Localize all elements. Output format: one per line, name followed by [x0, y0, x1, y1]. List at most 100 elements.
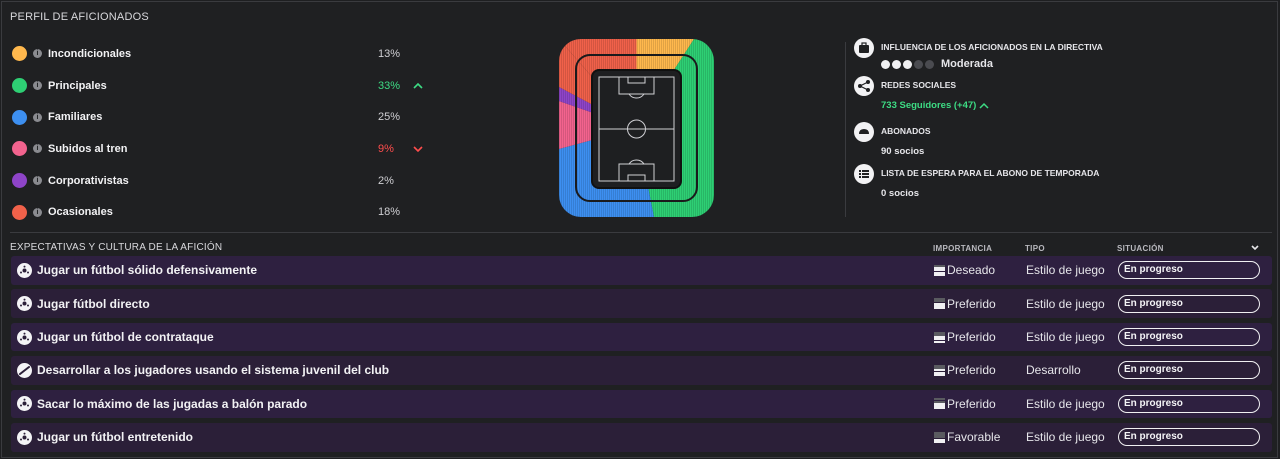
importance-cell: Preferido — [934, 363, 996, 377]
info-icon[interactable]: i — [33, 81, 42, 91]
segment-label: Principales — [48, 79, 107, 92]
status-badge[interactable]: En progreso — [1118, 394, 1260, 413]
expectation-row[interactable]: Jugar un fútbol entretenido Favorable Esti… — [11, 422, 1272, 452]
segment-label: Familiares — [48, 111, 103, 124]
expectation-text: Sacar lo máximo de las jugadas a balón p… — [37, 396, 308, 411]
segment-percentage: 2% — [378, 174, 394, 187]
segment-row: i Subidos al tren 9% — [12, 133, 432, 165]
importance-cell: Preferido — [934, 297, 996, 311]
segment-row: i Incondicionales 13% — [12, 38, 432, 70]
influence-meter: Moderada — [881, 58, 993, 70]
status-badge[interactable]: En progreso — [1118, 328, 1260, 347]
expectation-text: Jugar fútbol directo — [37, 296, 150, 311]
social-media: REDES SOCIALES 733 Seguidores (+47) — [854, 76, 1274, 116]
influence-value: Moderada — [941, 58, 993, 70]
stadium-diagram — [559, 39, 714, 217]
ball-icon — [17, 396, 32, 412]
board-influence: INFLUENCIA DE LOS AFICIONADOS EN LA DIRE… — [854, 38, 1274, 74]
chevron-down-icon[interactable] — [1250, 243, 1260, 253]
importance-bars-icon — [934, 431, 945, 443]
importance-bars-icon — [934, 331, 945, 343]
season-heading: ABONADOS — [881, 126, 931, 136]
expectation-row[interactable]: Jugar un fútbol de contrataque Preferido E… — [11, 322, 1272, 352]
info-icon[interactable]: i — [33, 49, 42, 59]
waitlist-value: 0 socios — [881, 188, 920, 199]
social-followers: 733 Seguidores (+47) — [881, 100, 977, 111]
influence-heading: INFLUENCIA DE LOS AFICIONADOS EN LA DIRE… — [881, 42, 1103, 52]
importance-cell: Deseado — [934, 263, 995, 277]
status-badge[interactable]: En progreso — [1118, 294, 1260, 313]
influence-pip — [892, 59, 901, 69]
ball-icon — [17, 329, 32, 345]
importance-bar-segment — [934, 273, 945, 276]
expectation-text: Jugar un fútbol sólido defensivamente — [37, 263, 258, 278]
segment-row: i Corporativistas 2% — [12, 165, 432, 197]
season-ticket-holders: ABONADOS 90 socios — [854, 122, 1274, 158]
info-icon[interactable]: i — [33, 207, 42, 217]
info-icon[interactable]: i — [33, 176, 42, 186]
importance-label: Preferido — [947, 363, 996, 378]
column-divider — [845, 42, 846, 217]
segment-percentage: 9% — [378, 142, 394, 155]
importance-cell: Preferido — [934, 397, 996, 411]
section-divider — [10, 232, 1272, 233]
type-label: Estilo de juego — [1026, 263, 1105, 278]
expectation-row[interactable]: Desarrollar a los jugadores usando el si… — [11, 356, 1272, 385]
segment-color-dot — [12, 173, 27, 189]
type-label: Estilo de juego — [1026, 330, 1105, 345]
column-importance[interactable]: IMPORTANCIA — [933, 244, 992, 253]
segment-percentage: 25% — [378, 111, 401, 124]
youth-icon — [17, 362, 32, 378]
influence-pip — [903, 59, 912, 69]
segment-label: Ocasionales — [48, 206, 113, 219]
importance-cell: Preferido — [934, 330, 996, 344]
expectation-text: Jugar un fútbol entretenido — [37, 430, 193, 445]
fan-profile-panel: PERFIL DE AFICIONADOS i Incondicionales 13… — [1, 1, 1278, 458]
importance-bar-segment — [934, 373, 945, 376]
segment-label: Incondicionales — [48, 47, 132, 60]
info-icon[interactable]: i — [33, 144, 42, 154]
importance-label: Favorable — [947, 430, 1001, 445]
ball-icon — [17, 296, 32, 312]
ticket-icon — [854, 122, 874, 142]
expectation-row[interactable]: Jugar fútbol directo Preferido Estilo de j… — [11, 289, 1272, 318]
column-status[interactable]: SITUACIÓN — [1117, 244, 1164, 253]
list-icon — [854, 164, 874, 184]
expectation-text: Jugar un fútbol de contrataque — [37, 330, 214, 345]
expectation-row[interactable]: Jugar un fútbol sólido defensivamente Des… — [11, 256, 1272, 285]
ball-icon — [17, 262, 32, 278]
importance-label: Preferido — [947, 396, 996, 411]
type-label: Estilo de juego — [1026, 396, 1105, 411]
segment-color-dot — [12, 46, 27, 62]
info-icon[interactable]: i — [33, 112, 42, 122]
segment-color-dot — [12, 204, 27, 220]
segment-color-dot — [12, 78, 27, 94]
social-heading: REDES SOCIALES — [881, 80, 957, 90]
segment-percentage: 18% — [378, 206, 401, 219]
segment-label: Corporativistas — [48, 174, 129, 187]
segment-row: i Principales 33% — [12, 70, 432, 102]
expectation-row[interactable]: Sacar lo máximo de las jugadas a balón p… — [11, 389, 1272, 419]
column-type[interactable]: TIPO — [1025, 244, 1045, 253]
importance-label: Preferido — [947, 330, 996, 345]
type-label: Estilo de juego — [1026, 430, 1105, 445]
expectations-table: Jugar un fútbol sólido defensivamente Des… — [11, 256, 1272, 456]
segment-row: i Ocasionales 18% — [12, 196, 432, 228]
importance-bars-icon — [934, 364, 945, 376]
segment-color-dot — [12, 141, 27, 157]
importance-label: Preferido — [947, 296, 996, 311]
segment-percentage: 33% — [378, 79, 401, 92]
importance-bars-icon — [934, 398, 945, 410]
status-badge[interactable]: En progreso — [1118, 428, 1260, 447]
segment-color-dot — [12, 109, 27, 125]
expectation-text: Desarrollar a los jugadores usando el si… — [37, 363, 390, 378]
segment-list: i Incondicionales 13% i Principales 33% i Famil… — [12, 38, 432, 228]
importance-bar-segment — [934, 307, 945, 310]
trend-up-icon — [979, 102, 989, 109]
importance-cell: Favorable — [934, 430, 1000, 444]
season-waitlist: LISTA DE ESPERA PARA EL ABONO DE TEMPORA… — [854, 164, 1274, 200]
trend-up-icon — [413, 82, 423, 89]
importance-bar-segment — [934, 407, 945, 410]
status-badge[interactable]: En progreso — [1118, 361, 1260, 380]
status-badge[interactable]: En progreso — [1118, 261, 1260, 280]
